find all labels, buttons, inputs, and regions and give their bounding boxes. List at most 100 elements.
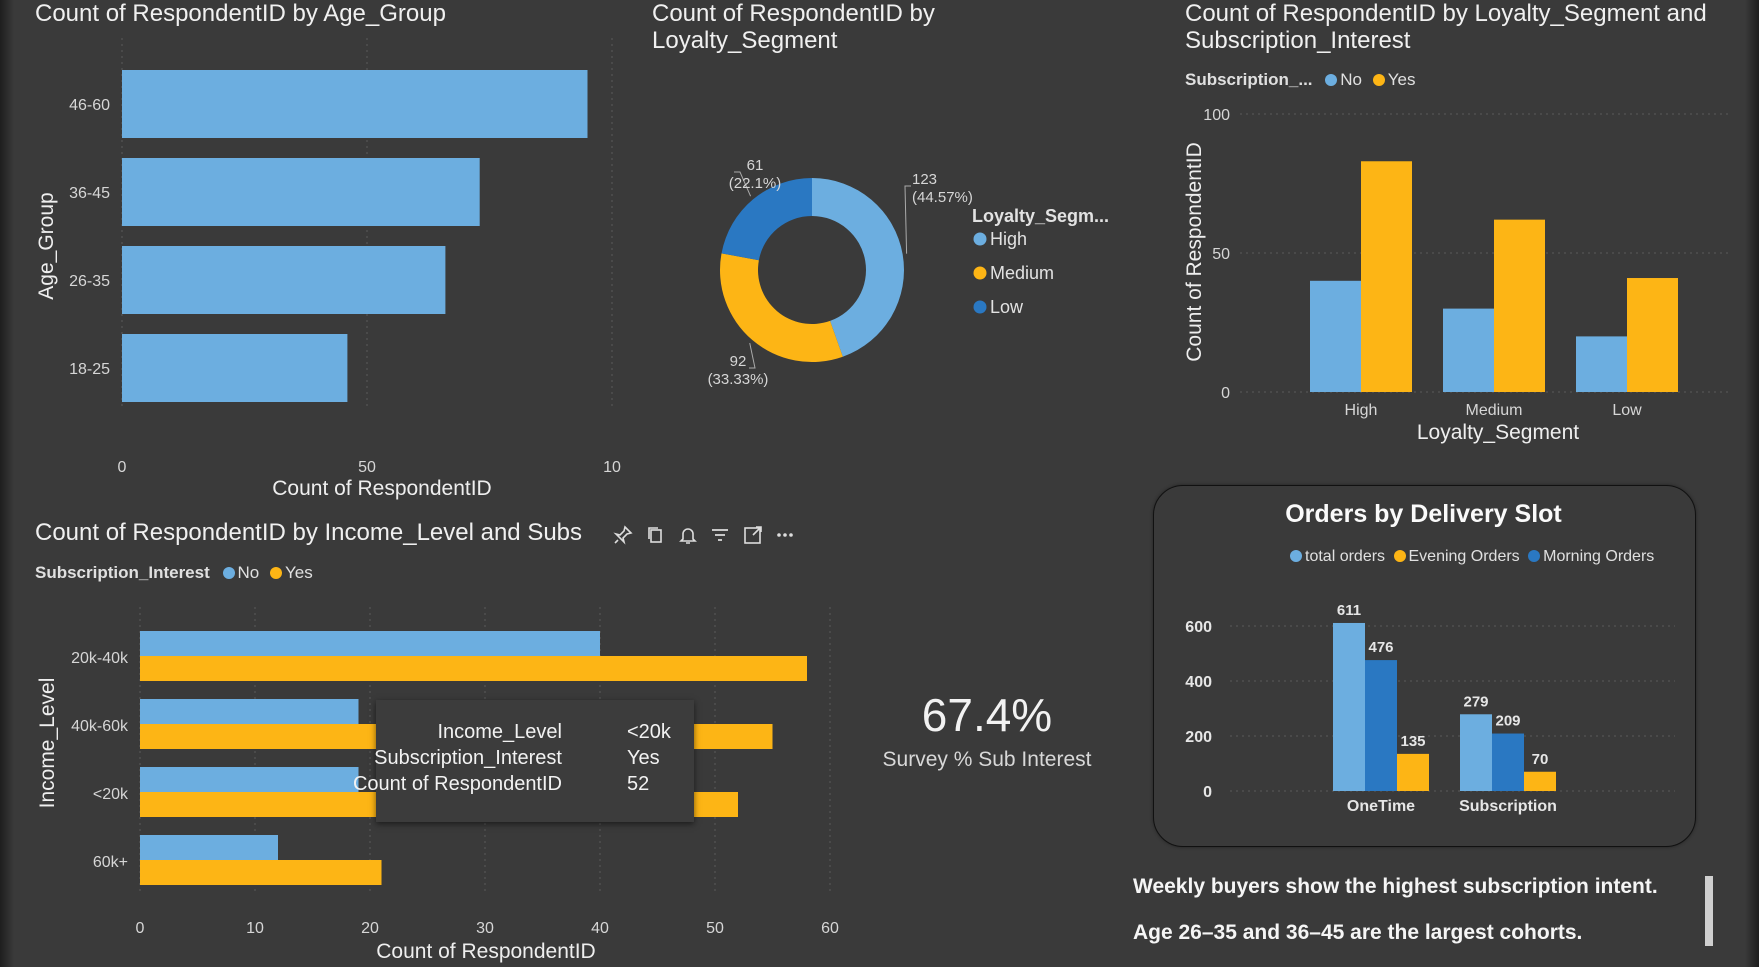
copy-icon[interactable] bbox=[644, 524, 666, 552]
x-tick-label: OneTime bbox=[1347, 798, 1415, 815]
income-chart-title: Count of RespondentID by Income_Level an… bbox=[35, 519, 583, 546]
x-tick-label: 20 bbox=[361, 920, 379, 937]
tooltip-value: Yes bbox=[627, 747, 660, 769]
delivery-chart-title: Orders by Delivery Slot bbox=[1285, 500, 1562, 528]
loyalty-subscription-chart[interactable]: 100 50 0 High Medium Low Loyalty_Segment Count … bbox=[1180, 98, 1740, 448]
legend-swatch bbox=[973, 300, 987, 314]
bar-medium-yes[interactable] bbox=[1494, 219, 1545, 392]
filter-icon[interactable] bbox=[709, 524, 731, 552]
age-group-chart[interactable]: 46-60 36-45 26-35 18-25 0 50 10 Count of Respon… bbox=[20, 30, 660, 505]
delivery-slot-chart[interactable]: 600 400 200 0 611 476 135 OneTime 279 209 70 Subscr… bbox=[1160, 585, 1690, 825]
bar-no-20k-40k[interactable] bbox=[140, 631, 600, 656]
bar-no-60k+[interactable] bbox=[140, 835, 278, 860]
y-tick-label: 600 bbox=[1185, 619, 1212, 636]
bar-onetime-morning-orders[interactable] bbox=[1365, 660, 1397, 791]
income-legend-yes-label[interactable]: Yes bbox=[285, 563, 313, 582]
loyalty-donut-title-line1: Count of RespondentID by bbox=[652, 0, 935, 27]
bar-no-<20k[interactable] bbox=[140, 767, 359, 792]
legend-swatch bbox=[973, 232, 987, 246]
tooltip-row: Income_Level <20k bbox=[376, 721, 694, 747]
loyalty-sub-title-line2: Subscription_Interest bbox=[1185, 27, 1411, 54]
legend-label-high: High bbox=[990, 229, 1027, 249]
income-legend-no-label[interactable]: No bbox=[238, 563, 260, 582]
data-label-value: 92 bbox=[730, 353, 747, 370]
bar-46-60[interactable] bbox=[122, 70, 588, 138]
donut-legend-title: Loyalty_Segm... bbox=[972, 206, 1109, 226]
insight-line-2: Age 26–35 and 36–45 are the largest coho… bbox=[1133, 921, 1583, 944]
tooltip-key: Subscription_Interest bbox=[374, 747, 562, 769]
y-axis-title: Count of RespondentID bbox=[1183, 142, 1206, 361]
bell-icon[interactable] bbox=[677, 524, 699, 552]
data-label: 70 bbox=[1532, 751, 1549, 768]
bar-yes-60k+[interactable] bbox=[140, 860, 382, 885]
data-label: 135 bbox=[1400, 733, 1425, 750]
donut-slice-medium[interactable] bbox=[720, 253, 843, 362]
bar-high-no[interactable] bbox=[1310, 280, 1361, 392]
data-label-value: 123 bbox=[912, 171, 937, 188]
bar-yes-20k-40k[interactable] bbox=[140, 656, 807, 681]
legend-total-orders-swatch bbox=[1290, 550, 1302, 562]
x-tick-label: 10 bbox=[246, 920, 264, 937]
pin-icon[interactable] bbox=[612, 524, 634, 552]
legend-morning-orders-swatch bbox=[1528, 550, 1541, 562]
bar-no-40k-60k[interactable] bbox=[140, 699, 359, 724]
bar-18-25[interactable] bbox=[122, 334, 348, 402]
insight-line-1: Weekly buyers show the highest subscript… bbox=[1133, 875, 1658, 898]
bar-onetime-total-orders[interactable] bbox=[1333, 622, 1365, 791]
legend-total-orders-label[interactable]: total orders bbox=[1305, 548, 1385, 565]
x-tick-label: Low bbox=[1612, 402, 1642, 419]
legend-label-low: Low bbox=[990, 297, 1024, 317]
text-box-scrollbar[interactable] bbox=[1705, 876, 1713, 946]
bar-36-45[interactable] bbox=[122, 158, 480, 226]
income-legend-no-swatch bbox=[222, 567, 235, 579]
x-tick-label: 10 bbox=[603, 459, 621, 476]
loyalty-sub-legend: Subscription_... No Yes bbox=[1185, 70, 1415, 90]
loyalty-donut-chart[interactable]: 123(44.57%) 92(33.33%) 61(22.1%) Loyalty_Se… bbox=[660, 140, 1110, 400]
x-tick-label: High bbox=[1345, 402, 1378, 419]
bar-subscription-morning-orders[interactable] bbox=[1492, 733, 1524, 791]
legend-yes-swatch bbox=[1372, 74, 1385, 86]
y-tick-label: 100 bbox=[1203, 107, 1230, 124]
y-tick-label: 50 bbox=[1212, 246, 1230, 263]
legend-no-label[interactable]: No bbox=[1340, 70, 1362, 89]
loyalty-donut-title: Count of RespondentID by Loyalty_Segment bbox=[652, 0, 935, 54]
legend-evening-orders-label[interactable]: Evening Orders bbox=[1409, 548, 1520, 565]
window-edge-left bbox=[0, 0, 14, 967]
loyalty-donut-title-line2: Loyalty_Segment bbox=[652, 27, 838, 54]
x-tick-label: 30 bbox=[476, 920, 494, 937]
bar-onetime-evening-orders[interactable] bbox=[1397, 753, 1429, 791]
focus-mode-icon[interactable] bbox=[742, 524, 764, 552]
bar-26-35[interactable] bbox=[122, 246, 446, 314]
x-tick-label: 40 bbox=[591, 920, 609, 937]
loyalty-sub-title: Count of RespondentID by Loyalty_Segment… bbox=[1185, 0, 1707, 54]
legend-swatch bbox=[973, 266, 987, 280]
bar-high-yes[interactable] bbox=[1361, 161, 1412, 392]
y-tick-label: 26-35 bbox=[69, 273, 110, 290]
y-tick-label: 0 bbox=[1203, 784, 1212, 801]
tooltip-value: 52 bbox=[627, 773, 650, 795]
bar-subscription-evening-orders[interactable] bbox=[1524, 771, 1556, 791]
loyalty-sub-title-line1: Count of RespondentID by Loyalty_Segment… bbox=[1185, 0, 1707, 27]
legend-evening-orders-swatch bbox=[1393, 550, 1406, 562]
legend-morning-orders-label[interactable]: Morning Orders bbox=[1543, 548, 1654, 565]
more-options-icon[interactable] bbox=[774, 524, 796, 552]
bar-subscription-total-orders[interactable] bbox=[1460, 714, 1492, 791]
bar-medium-no[interactable] bbox=[1443, 308, 1494, 392]
legend-title: Subscription_... bbox=[1185, 70, 1313, 89]
kpi-value: 67.4% bbox=[921, 689, 1053, 741]
tooltip-row: Subscription_Interest Yes bbox=[374, 747, 694, 773]
x-axis-title: Loyalty_Segment bbox=[1417, 421, 1579, 444]
legend-label-medium: Medium bbox=[990, 263, 1054, 283]
x-tick-label: Subscription bbox=[1459, 798, 1557, 815]
leader-line bbox=[904, 185, 911, 254]
x-axis-title: Count of RespondentID bbox=[376, 940, 595, 963]
bar-low-yes[interactable] bbox=[1627, 278, 1678, 392]
income-legend-title: Subscription_Interest bbox=[35, 563, 210, 582]
legend-no-swatch bbox=[1325, 74, 1338, 86]
visual-header-toolbar bbox=[612, 524, 802, 552]
tooltip-key: Count of RespondentID bbox=[352, 773, 562, 795]
y-tick-label: 20k-40k bbox=[71, 650, 129, 667]
bar-low-no[interactable] bbox=[1576, 336, 1627, 392]
x-tick-label: 50 bbox=[706, 920, 724, 937]
legend-yes-label[interactable]: Yes bbox=[1388, 70, 1416, 89]
